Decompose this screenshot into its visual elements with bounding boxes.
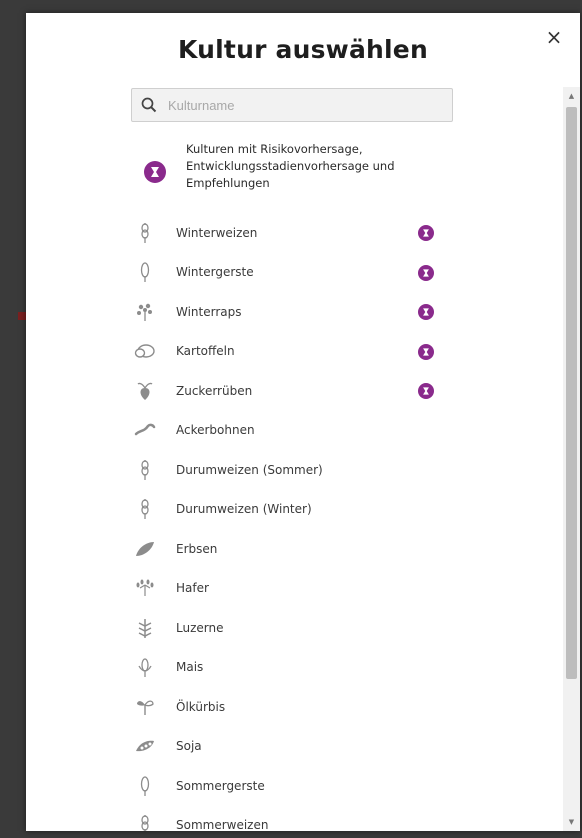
list-item[interactable]: Luzerne <box>130 608 470 648</box>
list-item-label: Erbsen <box>176 541 218 556</box>
list-item[interactable]: Zuckerrüben <box>130 371 470 411</box>
list-item[interactable]: Sommergerste <box>130 766 470 806</box>
search-box <box>131 88 453 122</box>
wheat-icon <box>130 458 160 482</box>
list-item-label: Soja <box>176 739 202 754</box>
list-item-label: Luzerne <box>176 620 224 635</box>
pumpkin-icon <box>130 695 160 719</box>
wheat-icon <box>130 497 160 521</box>
list-item[interactable]: Soja <box>130 727 470 767</box>
list-item-label: Wintergerste <box>176 265 254 280</box>
scroll-up-icon[interactable]: ▲ <box>563 89 580 103</box>
list-item-label: Ackerbohnen <box>176 423 255 438</box>
bean-icon <box>130 418 160 442</box>
list-item[interactable]: Erbsen <box>130 529 470 569</box>
search-icon <box>132 97 166 113</box>
background-fragment <box>18 312 26 320</box>
list-item-label: Hafer <box>176 581 209 596</box>
alfalfa-icon <box>130 616 160 640</box>
forecast-badge-icon <box>418 225 434 245</box>
list-item-label: Zuckerrüben <box>176 383 253 398</box>
corn-icon <box>130 655 160 679</box>
list-item-label: Mais <box>176 660 204 675</box>
sugarbeet-icon <box>130 379 160 403</box>
list-item[interactable]: Wintergerste <box>130 253 470 293</box>
list-item[interactable]: Mais <box>130 648 470 688</box>
scrollbar-thumb[interactable] <box>566 107 577 679</box>
forecast-badge-icon <box>418 343 434 364</box>
scroll-down-icon[interactable]: ▼ <box>563 815 580 829</box>
list-item-label: Durumweizen (Sommer) <box>176 462 323 477</box>
list-item[interactable]: Durumweizen (Sommer) <box>130 450 470 490</box>
list-item-label: Kartoffeln <box>176 344 235 359</box>
list-item[interactable]: Ackerbohnen <box>130 411 470 451</box>
forecast-badge-icon <box>418 304 434 324</box>
forecast-badge-icon <box>418 264 434 285</box>
legend: Kulturen mit Risikovorhersage, Entwicklu… <box>144 139 444 199</box>
crop-list: Winterweizen Wintergerste Winterraps Kartof… <box>130 213 470 831</box>
wheat-icon <box>130 813 160 831</box>
list-item-label: Sommerweizen <box>176 818 269 831</box>
barley-icon <box>130 774 160 798</box>
list-item[interactable]: Sommerweizen <box>130 806 470 831</box>
wheat-icon <box>130 221 160 245</box>
list-item-label: Durumweizen (Winter) <box>176 502 312 517</box>
list-item[interactable]: Hafer <box>130 569 470 609</box>
pea-icon <box>130 537 160 561</box>
forecast-badge-icon <box>418 383 434 403</box>
list-item-label: Winterweizen <box>176 225 258 240</box>
oat-icon <box>130 576 160 600</box>
list-item[interactable]: Durumweizen (Winter) <box>130 490 470 530</box>
list-item-label: Winterraps <box>176 304 242 319</box>
barley-icon <box>130 260 160 284</box>
rapeseed-icon <box>130 300 160 324</box>
legend-text: Kulturen mit Risikovorhersage, Entwicklu… <box>186 142 395 190</box>
list-item[interactable]: Kartoffeln <box>130 332 470 372</box>
soy-icon <box>130 734 160 758</box>
crop-select-dialog: × Kultur auswählen Kulturen mit Risikovo… <box>26 13 580 831</box>
list-item-label: Sommergerste <box>176 778 265 793</box>
forecast-badge-icon <box>144 161 166 187</box>
dialog-title: Kultur auswählen <box>178 35 428 64</box>
list-item[interactable]: Winterweizen <box>130 213 470 253</box>
search-input[interactable] <box>166 96 452 114</box>
list-item[interactable]: Winterraps <box>130 292 470 332</box>
list-item-label: Ölkürbis <box>176 699 226 714</box>
scrollbar[interactable]: ▲ ▼ <box>563 87 580 831</box>
list-item[interactable]: Ölkürbis <box>130 687 470 727</box>
potato-icon <box>130 339 160 363</box>
